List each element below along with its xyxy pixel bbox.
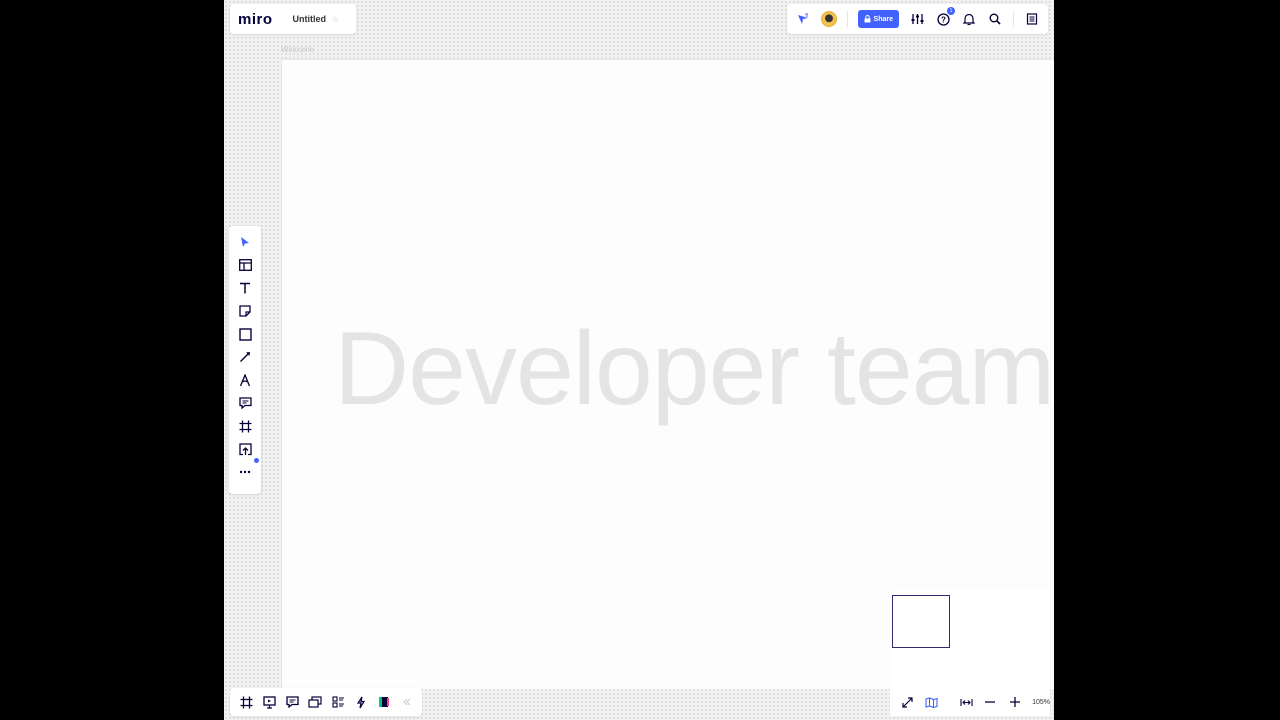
- help-icon[interactable]: ? 1: [935, 7, 955, 27]
- reactions-cursor-icon[interactable]: [795, 11, 811, 27]
- star-icon[interactable]: ☆: [332, 15, 339, 24]
- connection-line-tool-icon[interactable]: [236, 349, 254, 365]
- text-tool-icon[interactable]: [236, 280, 254, 296]
- zoom-level[interactable]: 105%: [1032, 699, 1050, 706]
- zoom-out-icon[interactable]: [983, 694, 997, 710]
- more-tools-icon[interactable]: [236, 458, 259, 480]
- select-tool-icon[interactable]: [236, 234, 254, 250]
- comment-tool-icon[interactable]: [236, 395, 254, 411]
- upload-tool-icon[interactable]: [236, 441, 254, 457]
- frame-tool-icon[interactable]: [236, 418, 254, 434]
- collapse-chevron-icon[interactable]: [399, 694, 415, 710]
- search-icon[interactable]: [987, 11, 1003, 27]
- lightning-icon[interactable]: [353, 694, 369, 710]
- cards-icon[interactable]: [307, 694, 323, 710]
- frame-big-text[interactable]: Developer team: [334, 310, 1054, 429]
- share-button[interactable]: Share: [857, 10, 899, 28]
- svg-text:?: ?: [941, 15, 946, 24]
- notes-list-icon[interactable]: [1024, 11, 1040, 27]
- miro-logo[interactable]: miro: [238, 11, 273, 28]
- bottom-toolbar: [230, 688, 422, 716]
- apps-icon[interactable]: [376, 694, 392, 710]
- frame-label[interactable]: Welcome: [281, 45, 314, 54]
- frames-panel-icon[interactable]: [238, 694, 254, 710]
- kanban-icon[interactable]: [330, 694, 346, 710]
- fit-screen-icon[interactable]: [900, 694, 914, 710]
- minimap[interactable]: [890, 590, 1050, 688]
- presentation-icon[interactable]: [261, 694, 277, 710]
- top-right-toolbar: Share ? 1: [786, 4, 1048, 34]
- templates-tool-icon[interactable]: [236, 257, 254, 273]
- minimap-viewport[interactable]: [892, 595, 950, 648]
- new-indicator-dot: [254, 458, 259, 463]
- zoom-controls: 105%: [890, 688, 1050, 716]
- user-avatar[interactable]: [820, 11, 837, 27]
- miro-board[interactable]: miro Untitled ☆ Share ? 1 Welcome Develo…: [224, 0, 1054, 720]
- board-header: miro Untitled ☆: [230, 4, 356, 34]
- creation-toolbar: [229, 226, 261, 494]
- notification-badge: 1: [947, 7, 955, 15]
- pen-tool-icon[interactable]: [236, 372, 254, 388]
- divider: [846, 11, 848, 27]
- map-icon[interactable]: [924, 694, 938, 710]
- sticky-note-tool-icon[interactable]: [236, 303, 254, 319]
- board-title[interactable]: Untitled: [293, 14, 327, 24]
- bell-icon[interactable]: [961, 11, 977, 27]
- fit-width-icon[interactable]: [959, 694, 973, 710]
- shape-tool-icon[interactable]: [236, 326, 254, 342]
- lock-icon: [864, 15, 871, 23]
- comments-panel-icon[interactable]: [284, 694, 300, 710]
- zoom-in-icon[interactable]: [1008, 694, 1022, 710]
- share-label: Share: [873, 15, 893, 23]
- divider: [1013, 11, 1014, 27]
- settings-sliders-icon[interactable]: [909, 11, 925, 27]
